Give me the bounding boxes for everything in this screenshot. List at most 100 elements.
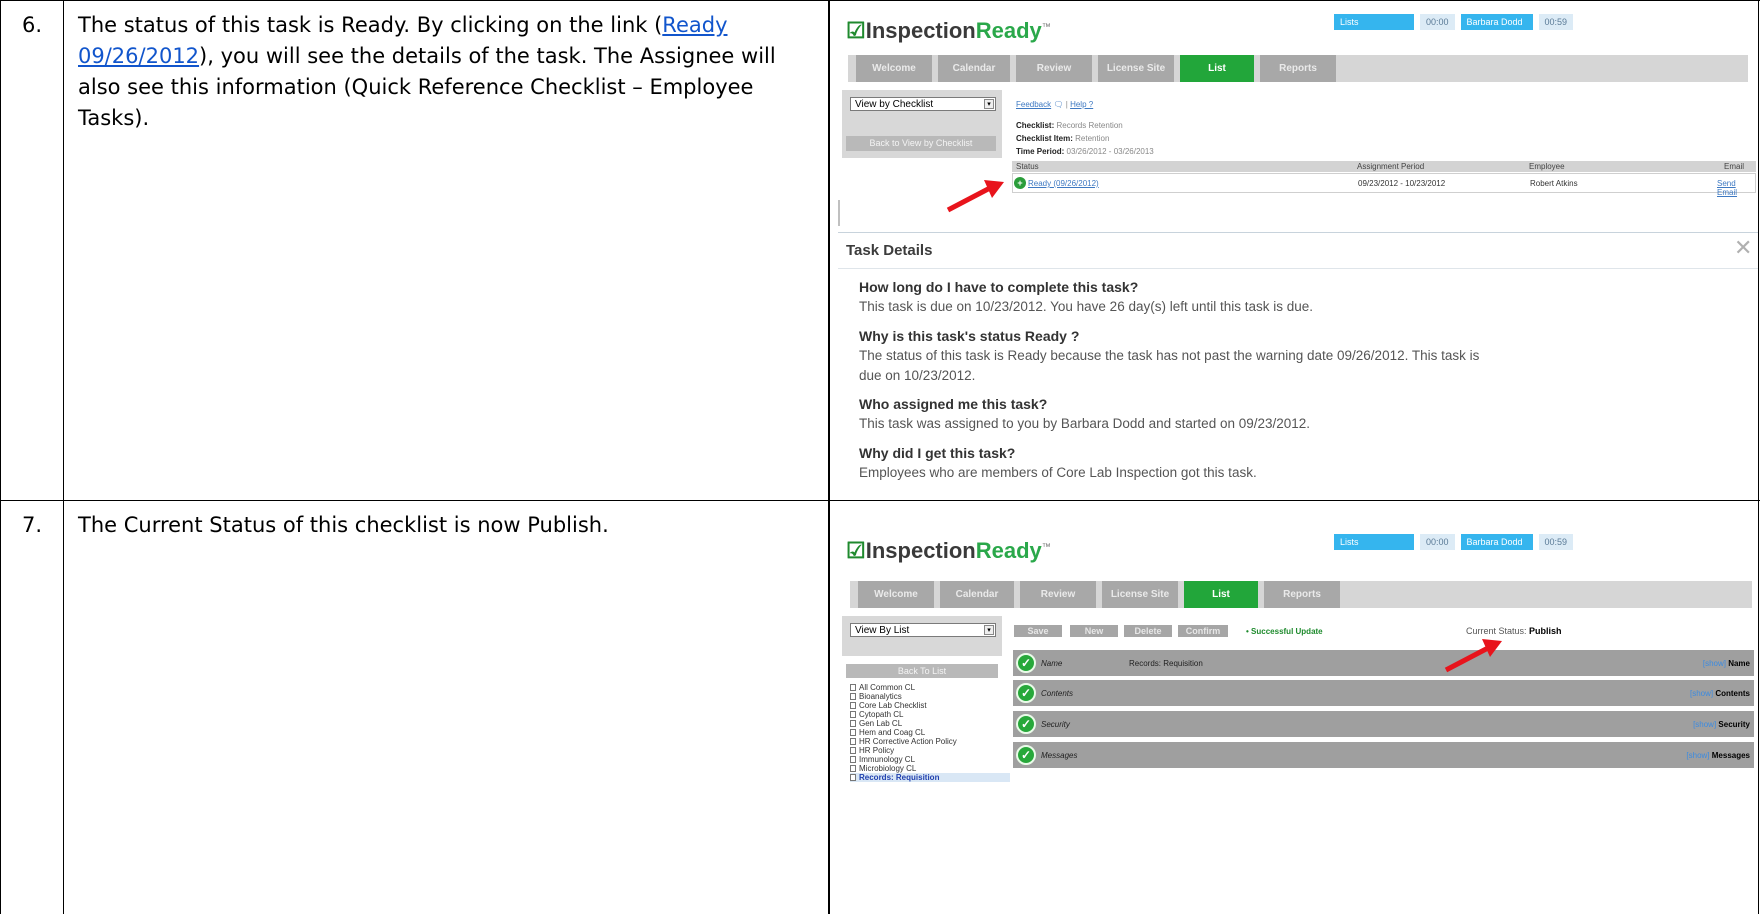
item-value: Retention bbox=[1075, 134, 1110, 143]
document-icon bbox=[850, 774, 856, 782]
user-name[interactable]: Barbara Dodd bbox=[1460, 534, 1533, 550]
tree-item[interactable]: Gen Lab CL bbox=[850, 719, 1010, 728]
question: Who assigned me this task? bbox=[859, 396, 1048, 412]
tree-item[interactable]: All Common CL bbox=[850, 683, 1010, 692]
tab-review[interactable]: Review bbox=[1020, 581, 1096, 608]
speech-bubble-icon: 🗨 bbox=[1053, 100, 1064, 109]
send-email-link[interactable]: Send Email bbox=[1717, 179, 1755, 197]
section-value: Records: Requisition bbox=[1129, 659, 1203, 668]
show-link[interactable]: [show] bbox=[1693, 720, 1716, 729]
current-status: Current Status: Publish bbox=[1466, 626, 1562, 636]
view-select[interactable]: View by Checklist ▾ bbox=[850, 97, 996, 111]
answer: This task is due on 10/23/2012. You have… bbox=[859, 299, 1314, 314]
task-details-divider bbox=[838, 268, 1758, 269]
tree-item[interactable]: Cytopath CL bbox=[850, 710, 1010, 719]
tree-item[interactable]: Immunology CL bbox=[850, 755, 1010, 764]
step-number: 7. bbox=[22, 513, 43, 537]
tree-item[interactable]: HR Corrective Action Policy bbox=[850, 737, 1010, 746]
tab-welcome[interactable]: Welcome bbox=[858, 581, 934, 608]
show-link[interactable]: [show] bbox=[1690, 689, 1713, 698]
section-row-messages[interactable]: ✓ Messages [show] Messages bbox=[1013, 742, 1754, 768]
logo-ready: Ready bbox=[975, 538, 1042, 563]
section-title: Contents bbox=[1715, 689, 1750, 698]
tree-item-label: All Common CL bbox=[859, 683, 916, 692]
delete-button[interactable]: Delete bbox=[1124, 625, 1172, 637]
trademark: ™ bbox=[1041, 541, 1051, 552]
success-text: Successful Update bbox=[1251, 627, 1323, 636]
section-toggle[interactable]: [show] Name bbox=[1703, 659, 1750, 668]
item-label: Checklist Item: bbox=[1016, 134, 1073, 143]
tab-strip: Welcome Calendar Review License Site Lis… bbox=[848, 55, 1748, 82]
tree-item-label: Records: Requisition bbox=[859, 773, 940, 782]
column-assignment-period: Assignment Period bbox=[1357, 162, 1425, 171]
ready-link[interactable]: Ready bbox=[662, 13, 727, 37]
tab-license-site[interactable]: License Site bbox=[1102, 581, 1178, 608]
lists-button[interactable]: Lists bbox=[1334, 534, 1414, 550]
screenshot-divider bbox=[838, 200, 840, 226]
close-icon[interactable]: ✕ bbox=[1734, 235, 1752, 261]
tab-list[interactable]: List bbox=[1180, 55, 1254, 82]
back-to-view-button[interactable]: Back to View by Checklist bbox=[846, 136, 996, 151]
red-arrow-icon bbox=[1444, 639, 1502, 673]
checkbox-logo-icon: ☑ bbox=[846, 18, 866, 43]
document-icon bbox=[850, 684, 856, 692]
save-button[interactable]: Save bbox=[1014, 625, 1062, 637]
answer: This task was assigned to you by Barbara… bbox=[859, 416, 1311, 431]
tab-reports[interactable]: Reports bbox=[1264, 581, 1340, 608]
section-row-security[interactable]: ✓ Security [show] Security bbox=[1013, 711, 1754, 737]
task-details-panel: Task Details ✕ How long do I have to com… bbox=[838, 232, 1758, 498]
user-name[interactable]: Barbara Dodd bbox=[1460, 14, 1533, 30]
lists-button[interactable]: Lists bbox=[1334, 14, 1414, 30]
feedback-link[interactable]: Feedback bbox=[1016, 100, 1051, 109]
tab-welcome[interactable]: Welcome bbox=[856, 55, 932, 82]
new-button[interactable]: New bbox=[1070, 625, 1118, 637]
section-toggle[interactable]: [show] Security bbox=[1693, 720, 1750, 729]
tree-item[interactable]: Records: Requisition bbox=[850, 773, 1010, 782]
document-icon bbox=[850, 693, 856, 701]
help-link[interactable]: Help ? bbox=[1070, 100, 1093, 109]
period-value: 03/26/2012 - 03/26/2013 bbox=[1066, 147, 1154, 156]
document-icon bbox=[850, 720, 856, 728]
question: Why did I get this task? bbox=[859, 445, 1016, 461]
session-timer: 00:59 bbox=[1538, 534, 1574, 550]
table-border-right bbox=[1758, 0, 1759, 914]
tab-calendar[interactable]: Calendar bbox=[940, 581, 1014, 608]
back-to-list-button[interactable]: Back To List bbox=[846, 664, 998, 678]
tab-reports[interactable]: Reports bbox=[1260, 55, 1336, 82]
tab-license-site[interactable]: License Site bbox=[1098, 55, 1174, 82]
tree-item-label: Gen Lab CL bbox=[859, 719, 903, 728]
section-title: Name bbox=[1728, 659, 1750, 668]
view-select[interactable]: View By List ▾ bbox=[850, 623, 996, 637]
checklist-label: Checklist: bbox=[1016, 121, 1055, 130]
tab-strip: Welcome Calendar Review License Site Lis… bbox=[850, 581, 1752, 608]
tree-item[interactable]: HR Policy bbox=[850, 746, 1010, 755]
section-row-contents[interactable]: ✓ Contents [show] Contents bbox=[1013, 680, 1754, 706]
tab-list[interactable]: List bbox=[1184, 581, 1258, 608]
status-link[interactable]: Ready (09/26/2012) bbox=[1028, 179, 1099, 188]
answer: The status of this task is Ready because… bbox=[859, 348, 1480, 363]
tree-item[interactable]: Bioanalytics bbox=[850, 692, 1010, 701]
ready-link-date[interactable]: 09/26/2012 bbox=[78, 44, 199, 68]
section-row-name[interactable]: ✓ Name Records: Requisition [show] Name bbox=[1013, 650, 1754, 676]
section-toggle[interactable]: [show] Contents bbox=[1690, 689, 1750, 698]
column-employee: Employee bbox=[1529, 162, 1565, 171]
step-number: 6. bbox=[22, 13, 43, 37]
section-toggle[interactable]: [show] Messages bbox=[1686, 751, 1750, 760]
session-timer: 00:59 bbox=[1538, 14, 1574, 30]
step-text-segment: The status of this task is Ready. By cli… bbox=[78, 13, 663, 37]
tree-item[interactable]: Microbiology CL bbox=[850, 764, 1010, 773]
success-message: • Successful Update bbox=[1246, 627, 1323, 636]
confirm-button[interactable]: Confirm bbox=[1178, 625, 1228, 637]
show-link[interactable]: [show] bbox=[1703, 659, 1726, 668]
document-icon bbox=[850, 729, 856, 737]
task-details-title: Task Details bbox=[846, 242, 933, 259]
tab-review[interactable]: Review bbox=[1016, 55, 1092, 82]
tree-item[interactable]: Hem and Coag CL bbox=[850, 728, 1010, 737]
row-employee: Robert Atkins bbox=[1530, 179, 1578, 188]
show-link[interactable]: [show] bbox=[1686, 751, 1709, 760]
tree-item[interactable]: Core Lab Checklist bbox=[850, 701, 1010, 710]
top-status-bar: Lists 00:00 Barbara Dodd 00:59 bbox=[1334, 14, 1574, 30]
tab-calendar[interactable]: Calendar bbox=[938, 55, 1010, 82]
logo: ☑InspectionReady™ bbox=[846, 18, 1051, 44]
checklist-item-field: Checklist Item: Retention bbox=[1016, 134, 1109, 143]
